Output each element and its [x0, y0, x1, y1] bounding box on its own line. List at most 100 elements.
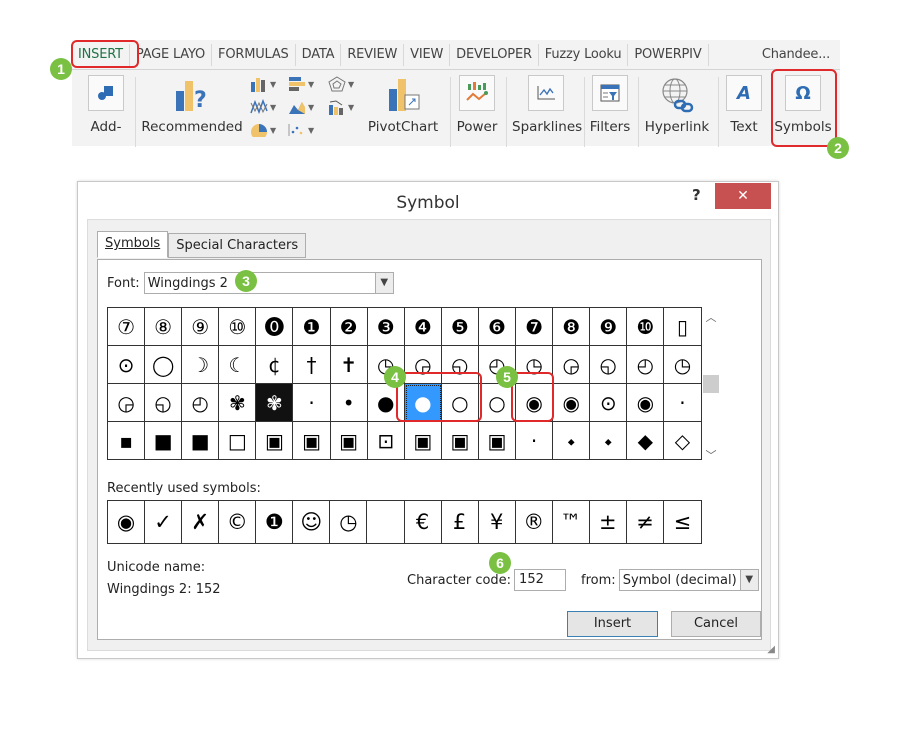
symbol-cell[interactable]: ❺: [441, 308, 479, 346]
pie-chart-button[interactable]: ▼: [250, 123, 276, 137]
tab-page-layout[interactable]: PAGE LAYO: [130, 43, 213, 66]
symbol-cell[interactable]: ◯: [145, 346, 183, 384]
chevron-down-icon[interactable]: ▼: [374, 273, 393, 293]
symbol-cell[interactable]: ◉: [627, 384, 665, 422]
symbol-cell[interactable]: ■: [182, 422, 220, 460]
cancel-button[interactable]: Cancel: [671, 611, 761, 637]
symbol-cell[interactable]: ✾: [219, 384, 257, 422]
recent-symbol-cell[interactable]: [367, 501, 405, 543]
resize-grip-icon[interactable]: ◢: [767, 644, 775, 655]
power-view-button[interactable]: Power: [454, 71, 500, 135]
recent-symbol-cell[interactable]: ◷: [330, 501, 368, 543]
chevron-up-icon[interactable]: ︿: [702, 309, 720, 325]
symbol-cell[interactable]: ☽: [182, 346, 220, 384]
text-button[interactable]: A Text: [724, 71, 764, 135]
symbol-cell[interactable]: ⑩: [219, 308, 257, 346]
symbol-cell[interactable]: ▣: [441, 422, 479, 460]
symbol-cell[interactable]: ·: [516, 422, 554, 460]
recent-symbol-cell[interactable]: ≤: [664, 501, 701, 543]
radar-chart-button[interactable]: ▼: [328, 76, 354, 92]
scrollbar-thumb[interactable]: [703, 375, 719, 393]
line-chart-button[interactable]: ▼: [250, 99, 276, 115]
area-chart-button[interactable]: ▼: [288, 99, 314, 115]
sparklines-button[interactable]: Sparklines: [512, 71, 582, 135]
help-button[interactable]: ?: [692, 186, 701, 204]
symbol-cell[interactable]: ❹: [404, 308, 442, 346]
symbol-cell[interactable]: ⬩: [590, 422, 628, 460]
symbol-cell[interactable]: ◇: [664, 422, 702, 460]
recent-symbol-cell[interactable]: ✗: [182, 501, 220, 543]
from-select[interactable]: Symbol (decimal) ▼: [618, 569, 759, 591]
recent-symbol-cell[interactable]: ®: [516, 501, 553, 543]
symbol-cell[interactable]: ◴: [627, 346, 665, 384]
symbol-cell[interactable]: ◆: [627, 422, 665, 460]
chevron-down-icon[interactable]: ﹀: [702, 447, 720, 463]
symbol-cell[interactable]: ⑧: [145, 308, 183, 346]
symbol-cell[interactable]: ⊡: [367, 422, 405, 460]
recent-symbol-cell[interactable]: ◉: [108, 501, 146, 543]
symbol-cell[interactable]: ❽: [553, 308, 591, 346]
tab-symbols[interactable]: Symbols: [97, 231, 169, 258]
recent-symbol-cell[interactable]: ≠: [627, 501, 664, 543]
symbol-cell[interactable]: ❼: [516, 308, 554, 346]
symbol-cell[interactable]: ◉: [553, 384, 591, 422]
user-account[interactable]: Chandee...: [756, 44, 840, 66]
recent-symbol-cell[interactable]: ©: [219, 501, 257, 543]
symbol-cell[interactable]: ▣: [256, 422, 294, 460]
symbol-cell[interactable]: ❸: [367, 308, 405, 346]
insert-button[interactable]: Insert: [567, 611, 658, 637]
recent-symbol-cell[interactable]: ¥: [479, 501, 516, 543]
column-chart-button[interactable]: ▼: [250, 76, 276, 92]
recent-symbol-cell[interactable]: ☺: [293, 501, 331, 543]
symbol-cell[interactable]: ◴: [182, 384, 220, 422]
font-select[interactable]: Wingdings 2 ▼: [143, 272, 394, 294]
symbol-cell[interactable]: ■: [145, 422, 183, 460]
filters-button[interactable]: Filters: [588, 71, 632, 135]
addins-button[interactable]: Add-: [86, 71, 126, 135]
symbol-cell[interactable]: ·: [293, 384, 331, 422]
symbol-cell[interactable]: ▣: [404, 422, 442, 460]
symbol-cell[interactable]: ✝: [330, 346, 368, 384]
bar-chart-button[interactable]: ▼: [288, 76, 314, 92]
symbol-cell[interactable]: ☾: [219, 346, 257, 384]
symbol-cell[interactable]: ⊙: [590, 384, 628, 422]
symbol-cell[interactable]: ▪: [108, 422, 146, 460]
symbol-cell[interactable]: ⑦: [108, 308, 146, 346]
symbol-cell[interactable]: ▣: [478, 422, 517, 460]
symbol-cell[interactable]: †: [293, 346, 331, 384]
symbol-cell[interactable]: ❶: [293, 308, 331, 346]
symbol-cell[interactable]: ✾: [256, 384, 294, 422]
symbol-cell[interactable]: ❾: [590, 308, 628, 346]
symbol-cell[interactable]: ⬩: [553, 422, 591, 460]
tab-review[interactable]: REVIEW: [341, 43, 405, 66]
symbol-cell[interactable]: •: [330, 384, 368, 422]
symbol-cell[interactable]: ▯: [664, 308, 702, 346]
recent-symbol-cell[interactable]: ±: [590, 501, 627, 543]
close-button[interactable]: ✕: [715, 183, 771, 209]
recent-symbol-cell[interactable]: ✓: [145, 501, 183, 543]
recent-symbol-cell[interactable]: ❶: [256, 501, 294, 543]
combo-chart-button[interactable]: ▼: [328, 99, 354, 115]
symbol-cell[interactable]: ·: [664, 384, 702, 422]
symbol-cell[interactable]: ⓿: [256, 308, 294, 346]
pivotchart-button[interactable]: PivotChart: [362, 71, 444, 135]
symbol-cell[interactable]: ❿: [627, 308, 665, 346]
tab-powerpivot[interactable]: POWERPIV: [628, 43, 709, 66]
recommended-charts-button[interactable]: ? Recommended: [140, 71, 244, 135]
symbol-grid-scrollbar[interactable]: ︿ ﹀: [702, 307, 720, 463]
hyperlink-button[interactable]: Hyperlink: [642, 71, 712, 135]
tab-data[interactable]: DATA: [296, 43, 342, 66]
character-code-input[interactable]: 152: [514, 569, 567, 591]
symbol-cell[interactable]: ▣: [330, 422, 368, 460]
scatter-chart-button[interactable]: ▼: [288, 123, 314, 137]
tab-view[interactable]: VIEW: [404, 43, 451, 66]
recent-symbol-cell[interactable]: ™: [553, 501, 590, 543]
symbol-cell[interactable]: ¢: [256, 346, 294, 384]
tab-developer[interactable]: DEVELOPER: [450, 43, 539, 66]
symbol-cell[interactable]: ◶: [553, 346, 591, 384]
symbol-cell[interactable]: ◷: [664, 346, 702, 384]
symbol-cell[interactable]: ❻: [478, 308, 517, 346]
symbol-cell[interactable]: ❷: [330, 308, 368, 346]
symbol-cell[interactable]: □: [219, 422, 257, 460]
symbol-cell[interactable]: ⊙: [108, 346, 146, 384]
